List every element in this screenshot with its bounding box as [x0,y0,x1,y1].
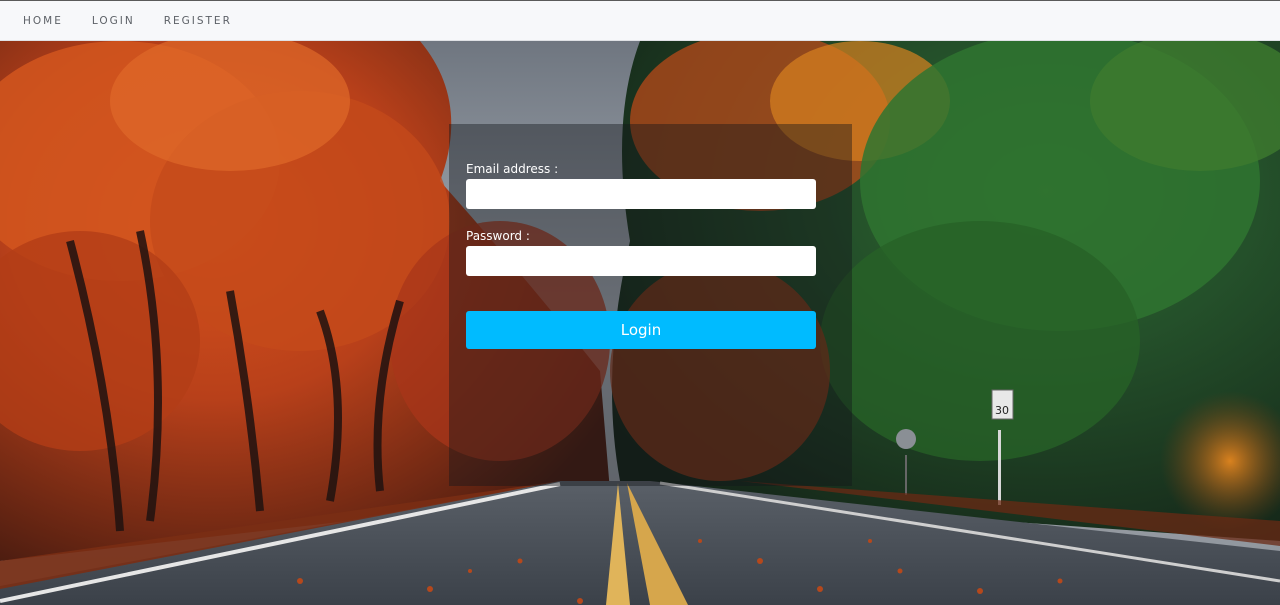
top-navbar: HOME LOGIN REGISTER [0,0,1280,41]
email-field[interactable] [466,179,816,209]
nav-link-home[interactable]: HOME [23,15,63,27]
nav-link-login[interactable]: LOGIN [92,15,135,27]
password-field[interactable] [466,246,816,276]
login-button[interactable]: Login [466,311,816,349]
password-label: Password : [466,229,530,243]
speed-sign-text: 30 [995,404,1009,417]
nav-link-register[interactable]: REGISTER [164,15,232,27]
email-label: Email address : [466,162,559,176]
login-page: HOME LOGIN REGISTER 30 Email address: P… [0,0,1280,605]
